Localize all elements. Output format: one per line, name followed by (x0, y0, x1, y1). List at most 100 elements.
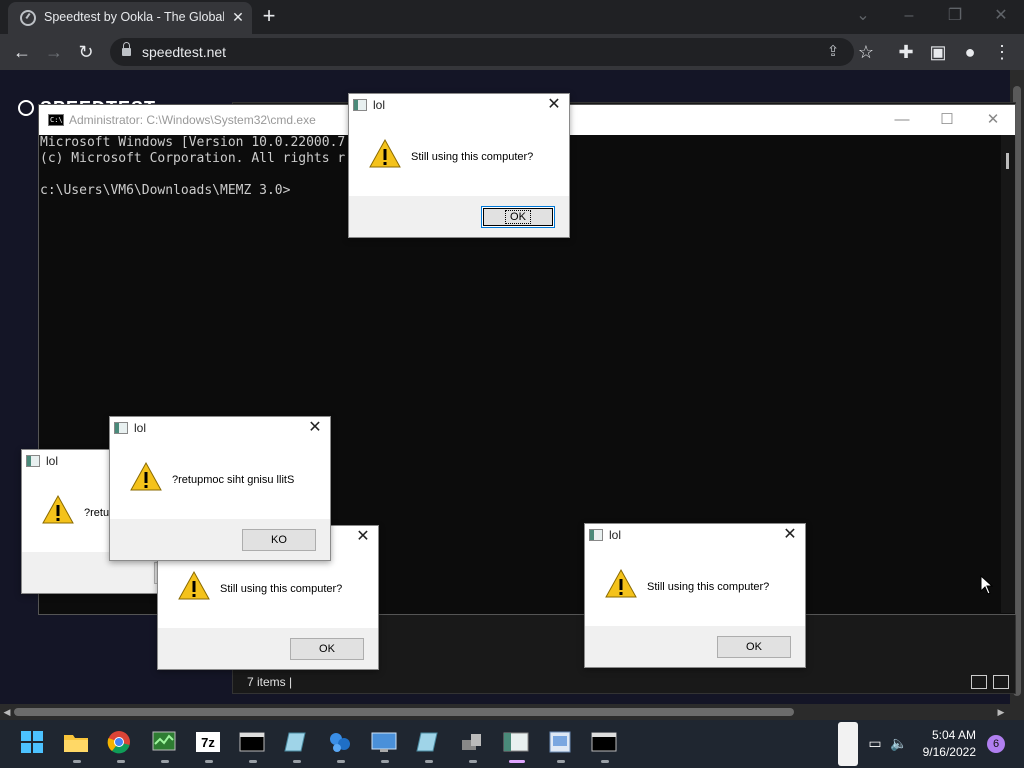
tab-title: Speedtest by Ookla - The Global Broadban… (44, 10, 224, 24)
scroll-corner (1010, 704, 1024, 720)
forward-arrow-icon[interactable]: → (42, 40, 66, 64)
menu-kebab-icon[interactable]: ⋮ (990, 40, 1014, 64)
taskbar-control-panel[interactable] (371, 730, 399, 763)
running-indicator (337, 760, 345, 763)
taskbar-cmd[interactable] (591, 730, 619, 763)
taskbar-task-manager[interactable] (151, 730, 179, 763)
taskbar-chrome[interactable] (107, 730, 135, 763)
devices-icon (462, 734, 481, 750)
dialog-titlebar[interactable]: lol ✕ (110, 417, 330, 439)
dialog-app-icon (26, 455, 40, 467)
clock-time[interactable]: 5:04 AM (916, 728, 976, 742)
start-icon (21, 731, 43, 753)
dialog-title: lol (46, 454, 59, 468)
running-indicator (381, 760, 389, 763)
explorer-status-bar: 7 items | (247, 675, 293, 689)
dialog-close-icon[interactable]: ✕ (545, 95, 563, 115)
tab-close-icon[interactable]: ✕ (230, 9, 246, 25)
running-indicator (205, 760, 213, 763)
extensions-puzzle-icon[interactable]: ✚ (894, 40, 918, 64)
minimize-icon[interactable]: – (894, 4, 924, 28)
scroll-left-icon[interactable]: ◀ (0, 704, 14, 720)
mouse-cursor-icon (980, 575, 994, 595)
dialog-ok-button[interactable]: OK (481, 206, 555, 228)
notepad-icon (416, 732, 438, 752)
taskbar-terminal[interactable] (239, 730, 267, 763)
profile-avatar-icon[interactable]: ● (958, 40, 982, 64)
dialog-titlebar[interactable]: lol ✕ (585, 524, 805, 546)
warning-icon (130, 461, 162, 491)
horizontal-scroll-thumb[interactable] (14, 708, 794, 716)
side-panel-icon[interactable]: ▣ (926, 40, 950, 64)
notification-badge[interactable]: 6 (987, 735, 1005, 753)
dialog-title: lol (609, 528, 622, 542)
memz-dialog-mirrored[interactable]: lol ✕ ?retupmoc siht gnisu llitS KO (109, 416, 331, 561)
running-indicator (293, 760, 301, 763)
start-button[interactable] (20, 730, 48, 756)
running-indicator (469, 760, 477, 763)
cmd-app-icon: C:\ (48, 114, 64, 126)
clock-date[interactable]: 9/16/2022 (906, 745, 976, 759)
browser-toolbar: ← → ↻ speedtest.net ⇪ ☆ ✚ ▣ ● ⋮ (0, 34, 1024, 70)
taskbar-memz[interactable] (503, 730, 531, 763)
running-indicator (117, 760, 125, 763)
memz-icon (503, 732, 529, 752)
address-url: speedtest.net (142, 44, 227, 60)
hidden-icons-flyout[interactable] (838, 722, 858, 766)
running-indicator (425, 760, 433, 763)
paint-icon (549, 731, 571, 753)
dialog-app-icon (353, 99, 367, 111)
dialog-close-icon[interactable]: ✕ (781, 525, 799, 545)
bookmark-star-icon[interactable]: ☆ (854, 40, 878, 64)
taskbar-paint[interactable] (547, 730, 575, 763)
dialog-ok-button[interactable]: OK (290, 638, 364, 660)
taskbar-devices[interactable] (459, 730, 487, 763)
dialog-close-icon[interactable]: ✕ (354, 527, 372, 547)
cmd-minimize-icon[interactable]: — (885, 108, 919, 132)
address-bar[interactable]: speedtest.net ⇪ (110, 38, 854, 66)
task-manager-icon (152, 731, 176, 751)
cmd-maximize-icon[interactable]: ☐ (930, 108, 964, 132)
back-arrow-icon[interactable]: ← (10, 40, 34, 64)
memz-dialog[interactable]: lol ✕ Still using this computer? OK (584, 523, 806, 668)
browser-tab-speedtest[interactable]: Speedtest by Ookla - The Global Broadban… (8, 2, 252, 34)
cmd-scroll-thumb[interactable] (1006, 153, 1009, 169)
share-icon[interactable]: ⇪ (822, 41, 844, 63)
warning-icon (369, 138, 401, 168)
close-window-icon[interactable]: ✕ (986, 4, 1016, 28)
cmd-close-icon[interactable]: ✕ (976, 108, 1010, 132)
dialog-message: ?retu (84, 507, 110, 519)
new-tab-button[interactable]: + (258, 5, 280, 28)
taskbar-7zip[interactable]: 7z (195, 730, 223, 763)
dialog-ok-button[interactable]: OK (717, 636, 791, 658)
taskbar-file-explorer[interactable] (63, 730, 91, 763)
dialog-titlebar[interactable]: lol ✕ (349, 94, 569, 116)
tab-search-icon[interactable]: ⌄ (848, 4, 878, 28)
running-indicator (73, 760, 81, 763)
cmd-scrollbar[interactable] (1001, 135, 1015, 613)
7zip-icon: 7z (196, 732, 220, 752)
reload-icon[interactable]: ↻ (74, 40, 98, 64)
active-indicator (509, 760, 525, 763)
dialog-message: Still using this computer? (411, 151, 534, 163)
terminal-icon (239, 732, 265, 752)
taskbar-notepad-2[interactable] (415, 730, 443, 763)
scroll-right-icon[interactable]: ▶ (994, 704, 1008, 720)
running-indicator (601, 760, 609, 763)
restore-icon[interactable]: ❐ (940, 4, 970, 28)
gauge-icon (18, 100, 34, 116)
dialog-message: Still using this computer? (647, 581, 770, 593)
page-horizontal-scrollbar[interactable]: ◀ ▶ (0, 704, 1010, 720)
dialog-title: lol (373, 98, 386, 112)
taskbar-app[interactable] (327, 730, 355, 763)
speedtest-favicon-icon (20, 10, 36, 26)
svg-text:7z: 7z (201, 735, 215, 750)
dialog-ok-button[interactable]: KO (242, 529, 316, 551)
control-panel-icon (371, 732, 397, 752)
details-view-icon[interactable] (971, 675, 987, 689)
dialog-close-icon[interactable]: ✕ (306, 418, 324, 438)
tiles-view-icon[interactable] (993, 675, 1009, 689)
taskbar-notepad[interactable] (283, 730, 311, 763)
memz-dialog[interactable]: lol ✕ Still using this computer? OK (348, 93, 570, 238)
network-icon[interactable]: ▭ (866, 734, 884, 752)
